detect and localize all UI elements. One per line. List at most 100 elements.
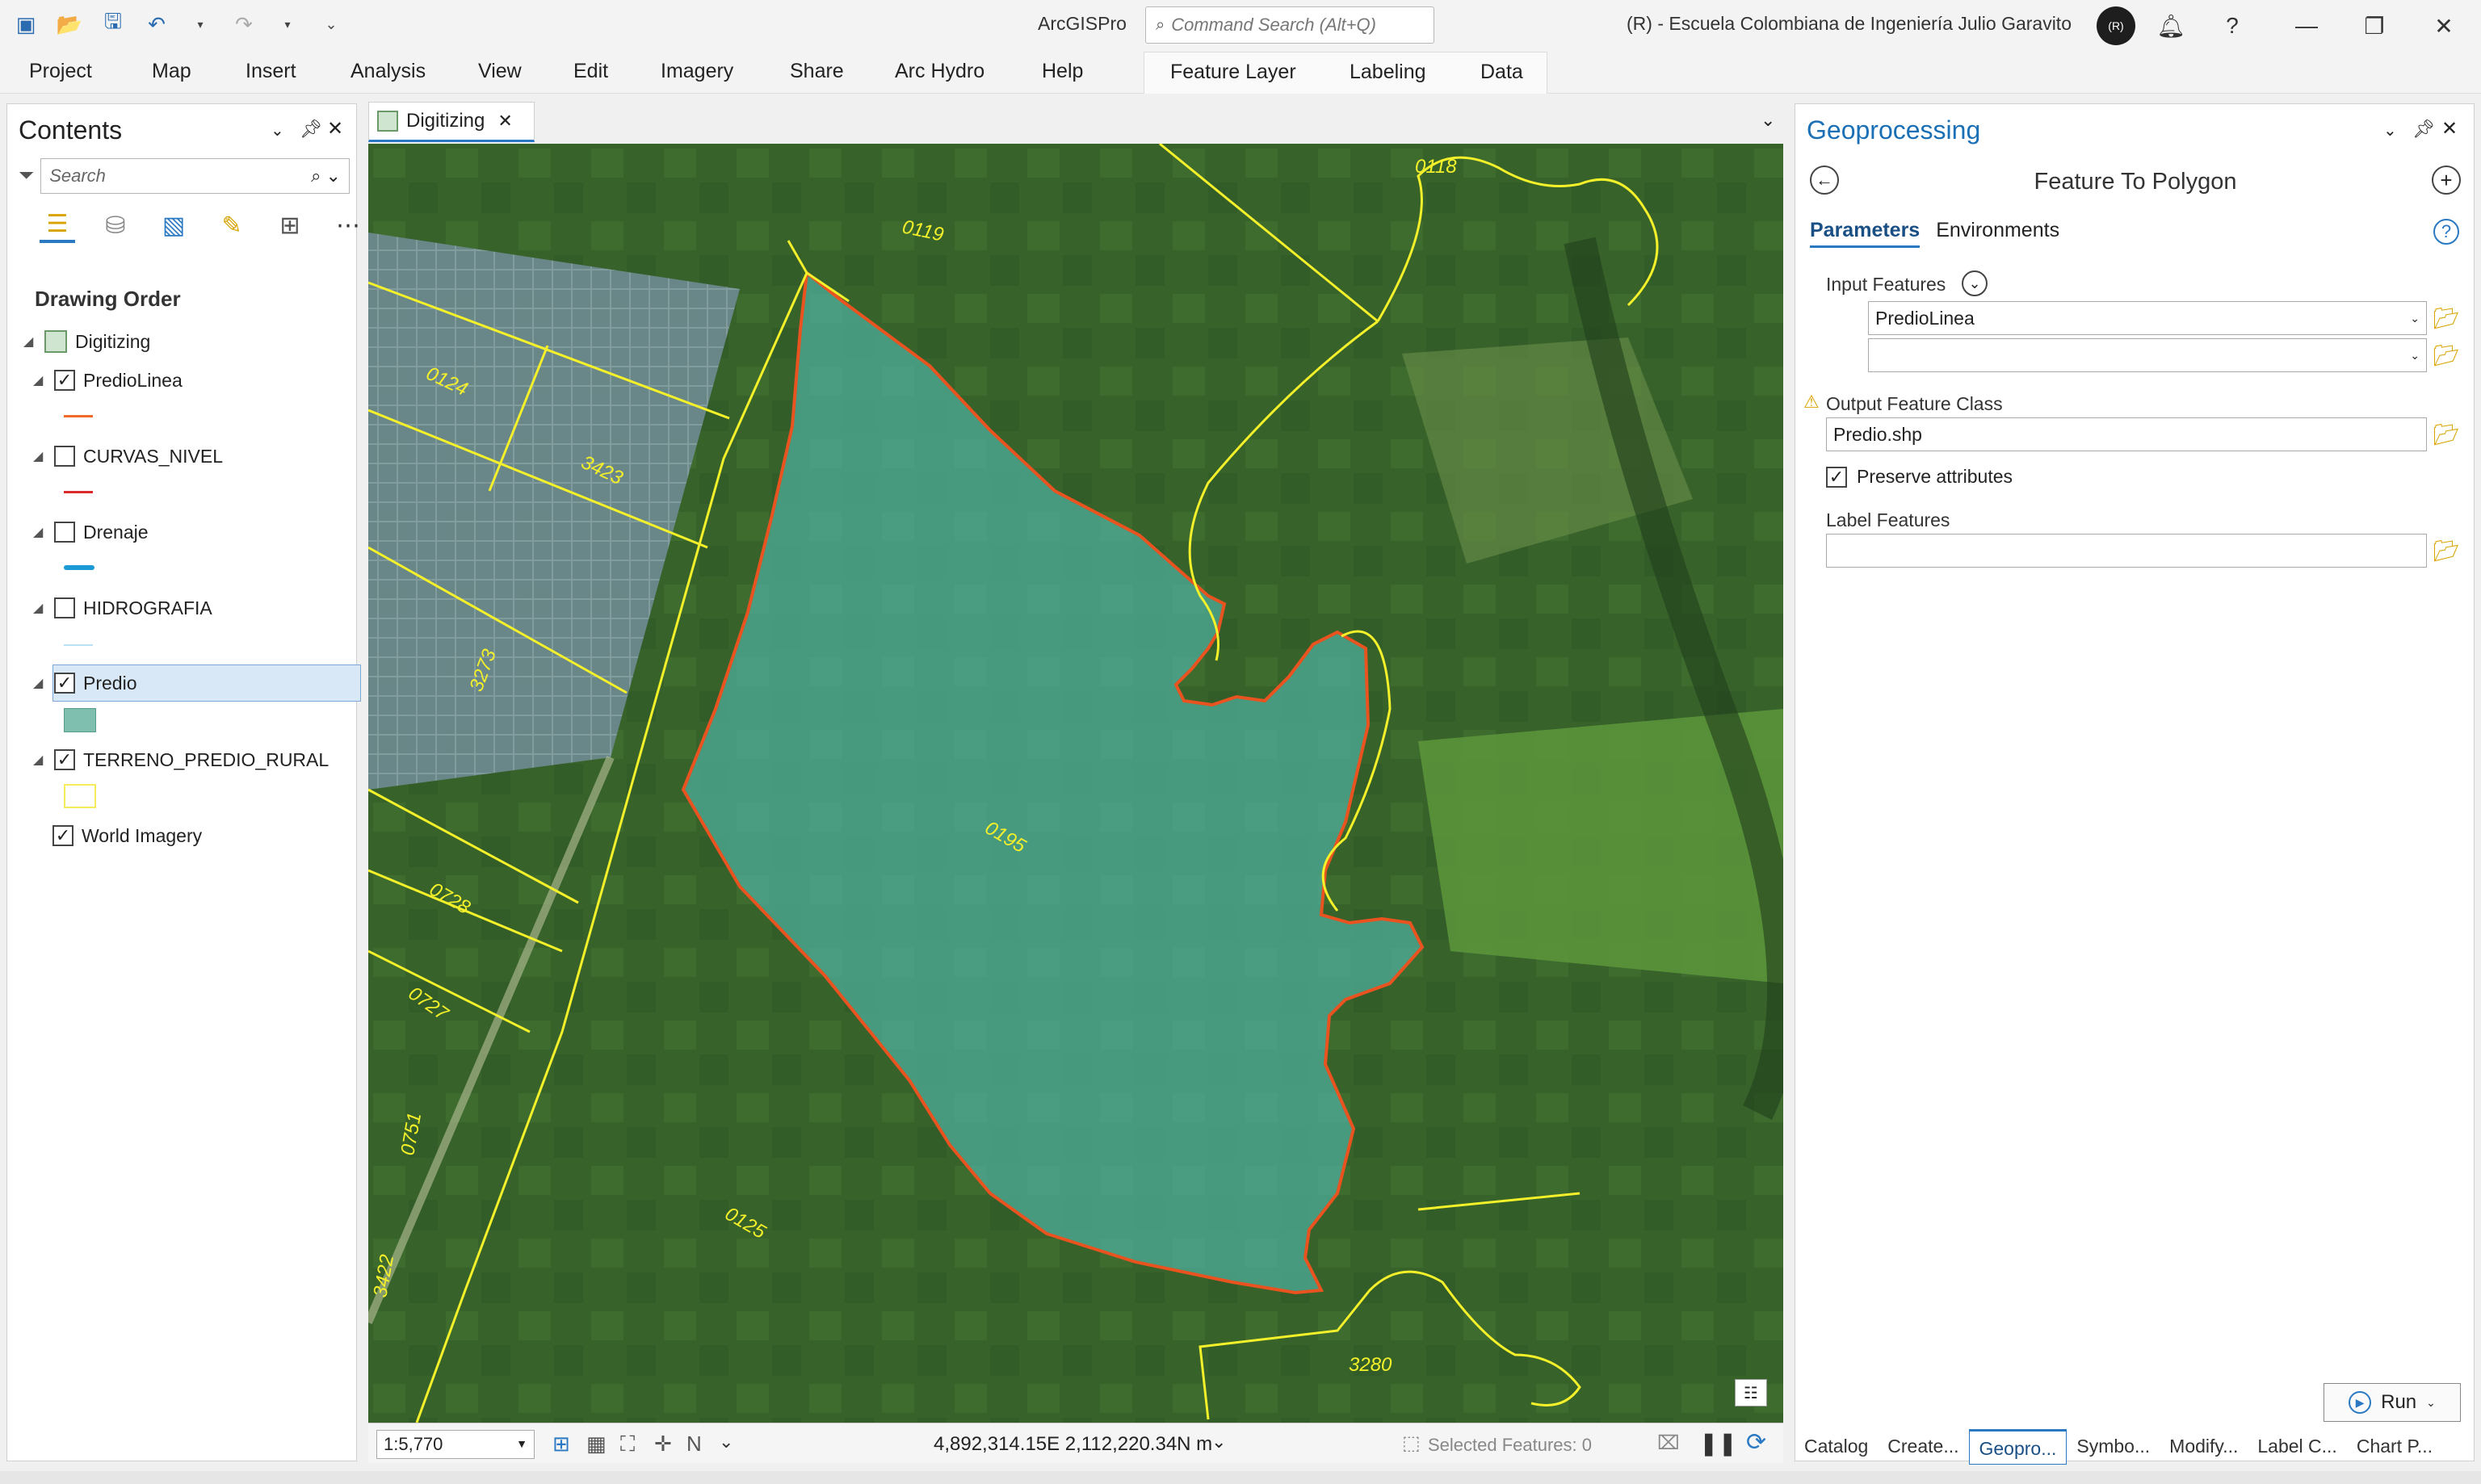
list-by-editing-icon[interactable]: ✎	[214, 208, 250, 243]
tab-environments[interactable]: Environments	[1936, 219, 2059, 248]
new-project-icon[interactable]: ▣	[10, 8, 42, 40]
help-icon[interactable]: ?	[2214, 8, 2250, 44]
layer-visibility-checkbox[interactable]	[54, 446, 75, 467]
notifications-icon[interactable]: 🔔︎	[2153, 8, 2189, 44]
undo-icon[interactable]: ↶	[141, 8, 173, 40]
view-list-dropdown-icon[interactable]: ⌄	[1761, 110, 1775, 131]
map-canvas[interactable]: 0118 0119 0124 3423 3273 0195 0728 0727 …	[368, 144, 1783, 1423]
close-pane-icon[interactable]: ✕	[2441, 117, 2458, 140]
tab-parameters[interactable]: Parameters	[1810, 219, 1921, 248]
browse-folder-icon[interactable]: 📂︎	[2432, 306, 2461, 330]
filter-icon[interactable]: ⏷	[19, 165, 34, 187]
close-window-icon[interactable]: ✕	[2426, 8, 2462, 44]
tab-map[interactable]: Map	[152, 60, 191, 83]
layer-visibility-checkbox[interactable]: ✓	[52, 825, 73, 846]
undo-dropdown-icon[interactable]: ▾	[184, 8, 216, 40]
input-features-select[interactable]: PredioLinea ⌄	[1868, 301, 2427, 335]
pin-icon[interactable]: 📌︎	[300, 119, 322, 140]
tab-symbology[interactable]: Symbo...	[2067, 1429, 2160, 1465]
tab-arc-hydro[interactable]: Arc Hydro	[895, 60, 984, 83]
add-icon[interactable]: +	[2432, 166, 2461, 195]
tab-data[interactable]: Data	[1480, 61, 1523, 84]
tab-map-digitizing[interactable]: Digitizing ✕	[368, 102, 535, 142]
tab-feature-layer[interactable]: Feature Layer	[1170, 61, 1296, 84]
save-project-icon[interactable]: 🖫	[97, 8, 129, 40]
browse-folder-icon[interactable]: 📂︎	[2432, 539, 2461, 563]
layer-item-drenaje[interactable]: ◢ Drenaje	[33, 516, 149, 548]
layer-visibility-checkbox[interactable]: ✓	[54, 673, 75, 694]
chevron-down-icon[interactable]: ⌄	[2426, 1396, 2436, 1410]
list-by-data-source-icon[interactable]: ⛁	[98, 208, 133, 243]
tab-view[interactable]: View	[478, 60, 522, 83]
command-search-input[interactable]: ⌕ Command Search (Alt+Q)	[1145, 6, 1434, 44]
navigator-icon[interactable]: N	[686, 1432, 702, 1457]
collapse-caret-icon[interactable]: ◢	[33, 524, 46, 540]
tool-help-icon[interactable]: ?	[2433, 219, 2459, 245]
collapse-caret-icon[interactable]: ◢	[33, 600, 46, 616]
layer-visibility-checkbox[interactable]: ✓	[54, 749, 75, 770]
layer-item-hidrografia[interactable]: ◢ HIDROGRAFIA	[33, 592, 212, 624]
scale-dropdown[interactable]: 1:5,770 ▼	[376, 1430, 535, 1459]
map-item-digitizing[interactable]: ◢ Digitizing	[23, 325, 150, 358]
chevron-down-icon[interactable]: ⌄	[719, 1432, 733, 1453]
tab-label-class[interactable]: Label C...	[2248, 1429, 2346, 1465]
browse-folder-icon[interactable]: 📂︎	[2432, 343, 2461, 367]
layer-item-curvas-nivel[interactable]: ◢ CURVAS_NIVEL	[33, 440, 223, 472]
pause-drawing-icon[interactable]: ❚❚	[1699, 1430, 1737, 1457]
more-options-icon[interactable]: ⋯	[330, 208, 366, 243]
tab-analysis[interactable]: Analysis	[351, 60, 426, 83]
redo-icon[interactable]: ↷	[228, 8, 260, 40]
constraints-icon[interactable]: ⛶	[620, 1432, 635, 1457]
label-features-input[interactable]	[1826, 534, 2427, 568]
clear-selection-icon[interactable]: ⌧	[1657, 1432, 1680, 1455]
collapse-caret-icon[interactable]: ◢	[33, 448, 46, 464]
restore-icon[interactable]: ❐	[2357, 8, 2392, 44]
tab-imagery[interactable]: Imagery	[661, 60, 733, 83]
refresh-icon[interactable]: ⟳	[1746, 1428, 1766, 1457]
browse-folder-icon[interactable]: 📂︎	[2432, 422, 2461, 446]
coordinate-units-dropdown-icon[interactable]: ⌄	[1211, 1432, 1226, 1453]
layer-visibility-checkbox[interactable]	[54, 597, 75, 618]
pane-options-icon[interactable]: ⌄	[2383, 120, 2397, 140]
tab-edit[interactable]: Edit	[573, 60, 608, 83]
tab-help[interactable]: Help	[1042, 60, 1083, 83]
layer-visibility-checkbox[interactable]	[54, 522, 75, 543]
collapse-caret-icon[interactable]: ◢	[33, 372, 46, 388]
run-button[interactable]: ▶ Run ⌄	[2324, 1383, 2461, 1422]
output-feature-class-input[interactable]: Predio.shp	[1826, 417, 2427, 451]
snapping-icon[interactable]: ▦	[586, 1432, 607, 1457]
tab-catalog[interactable]: Catalog	[1795, 1429, 1878, 1465]
pin-icon[interactable]: 📌︎	[2412, 119, 2435, 140]
close-pane-icon[interactable]: ✕	[327, 117, 343, 140]
preserve-attributes-row[interactable]: ✓ Preserve attributes	[1826, 466, 2013, 488]
map-view[interactable]: 0118 0119 0124 3423 3273 0195 0728 0727 …	[368, 144, 1783, 1423]
open-project-icon[interactable]: 📂	[53, 8, 86, 40]
minimize-icon[interactable]: —	[2289, 8, 2324, 44]
layer-item-prediolinea[interactable]: ◢ ✓ PredioLinea	[33, 364, 183, 396]
select-features-icon[interactable]: ⬚	[1402, 1432, 1421, 1455]
tab-share[interactable]: Share	[790, 60, 844, 83]
tab-create-features[interactable]: Create...	[1878, 1429, 1968, 1465]
layer-item-predio[interactable]: ◢ ✓ Predio	[33, 667, 136, 699]
search-icon[interactable]: ⌕ ⌄	[311, 166, 341, 187]
tab-chart-properties[interactable]: Chart P...	[2347, 1429, 2442, 1465]
collapse-caret-icon[interactable]: ◢	[23, 333, 36, 350]
tab-insert[interactable]: Insert	[246, 60, 296, 83]
pane-options-icon[interactable]: ⌄	[271, 120, 284, 140]
tab-geoprocessing[interactable]: Geopro...	[1968, 1429, 2068, 1465]
map-overview-icon[interactable]: ☷	[1735, 1379, 1767, 1406]
avatar[interactable]: (R)	[2097, 6, 2135, 45]
input-features-select-empty[interactable]: ⌄	[1868, 338, 2427, 372]
layer-item-world-imagery[interactable]: ✓ World Imagery	[52, 820, 202, 852]
list-by-selection-icon[interactable]: ▧	[156, 208, 191, 243]
close-tab-icon[interactable]: ✕	[497, 111, 512, 132]
tab-labeling[interactable]: Labeling	[1350, 61, 1426, 84]
layer-visibility-checkbox[interactable]: ✓	[54, 370, 75, 391]
grid-toggle-icon[interactable]: ⊞	[552, 1432, 570, 1457]
tab-project[interactable]: Project	[29, 60, 92, 83]
correction-icon[interactable]: ✛	[654, 1432, 672, 1457]
list-by-snapping-icon[interactable]: ⊞	[272, 208, 308, 243]
collapse-caret-icon[interactable]: ◢	[33, 675, 46, 691]
preserve-attributes-checkbox[interactable]: ✓	[1826, 466, 1847, 488]
collapse-caret-icon[interactable]: ◢	[33, 752, 46, 768]
